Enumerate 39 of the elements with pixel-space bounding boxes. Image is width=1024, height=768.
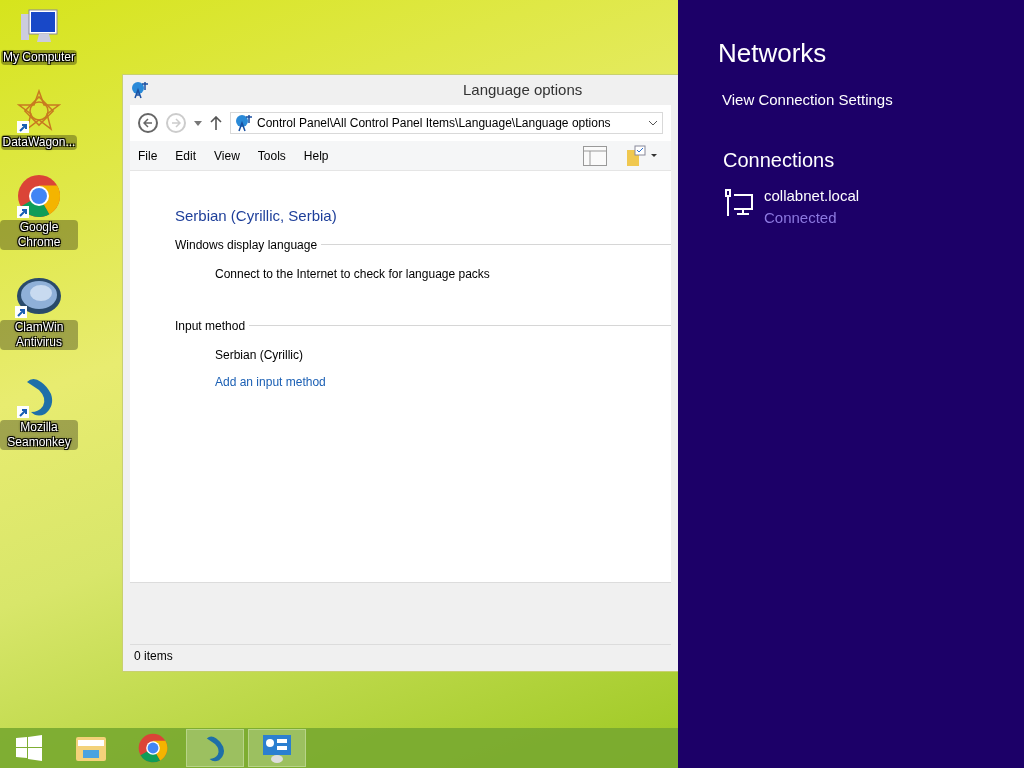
folder-check-icon[interactable] (625, 144, 659, 167)
dropdown-caret-icon[interactable] (194, 120, 202, 126)
chrome-icon (138, 733, 168, 763)
add-input-method-link[interactable]: Add an input method (215, 372, 671, 391)
globe-icon (235, 114, 253, 132)
window-title: Language options (463, 79, 583, 100)
up-arrow-icon[interactable] (210, 116, 222, 130)
taskbar-button[interactable] (186, 729, 244, 767)
globe-icon (131, 81, 149, 99)
section-title: Windows display language (175, 236, 318, 254)
chrome-icon (17, 174, 61, 218)
windows-logo-icon[interactable] (16, 735, 42, 761)
panel-title: Networks (718, 37, 828, 70)
language-heading: Serbian (Cyrillic, Serbia) (175, 206, 338, 226)
right-arrow-icon (171, 118, 181, 128)
menu-item[interactable]: Edit (175, 146, 197, 165)
section-text: Serbian (Cyrillic) (215, 346, 304, 364)
menu-item[interactable]: View (214, 146, 240, 165)
address-text: Control Panel\All Control Panel Items\Language\Language options (257, 115, 611, 132)
star-icon (17, 89, 61, 133)
wired-network-icon (724, 188, 754, 217)
status-text: 0 items (134, 647, 173, 665)
section-title: Input method (175, 317, 246, 335)
preview-pane-icon[interactable] (583, 145, 607, 166)
back-button[interactable] (138, 113, 158, 133)
menu-item[interactable]: File (138, 146, 158, 165)
section-text: Connect to the Internet to check for language packs (215, 265, 491, 283)
folder-icon[interactable] (75, 734, 107, 762)
view-settings-link[interactable]: View Connection Settings (722, 89, 1024, 112)
chevron-down-icon[interactable] (648, 120, 658, 126)
connections-heading: Connections (723, 147, 836, 173)
menu-item[interactable]: Help (303, 146, 329, 165)
connection-status: Connected (764, 208, 838, 228)
control-panel-icon[interactable] (262, 733, 292, 763)
taskbar-button[interactable] (248, 729, 306, 767)
connection-name[interactable]: collabnet.local (764, 184, 860, 207)
menu-item[interactable]: Tools (257, 146, 286, 165)
address-bar[interactable]: Control Panel\All Control Panel Items\Language\Language options (230, 112, 663, 134)
left-arrow-icon (143, 118, 153, 128)
